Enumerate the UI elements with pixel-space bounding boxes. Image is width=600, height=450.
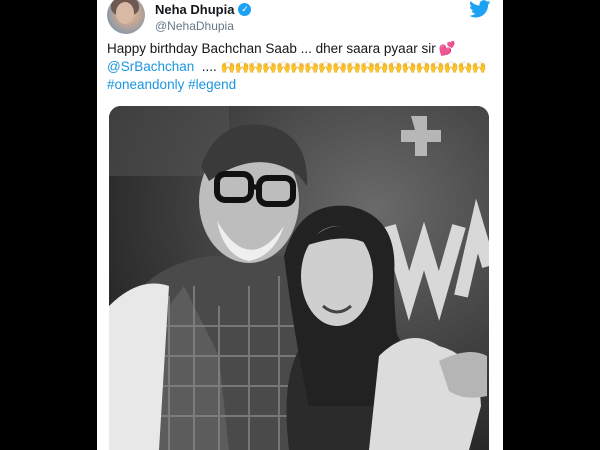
user-handle[interactable]: @NehaDhupia <box>155 19 234 33</box>
tweet-ellipsis: .... <box>201 59 217 74</box>
heart-emoji-icon: 💕 <box>438 41 456 56</box>
tweet-header: Neha Dhupia ✓ @NehaDhupia <box>107 0 493 36</box>
display-name[interactable]: Neha Dhupia <box>155 2 234 17</box>
mention-link[interactable]: @SrBachchan <box>107 59 194 74</box>
photo-illustration <box>109 106 489 450</box>
avatar-face <box>116 2 134 24</box>
verified-badge-icon: ✓ <box>238 3 252 16</box>
twitter-bird-icon[interactable] <box>469 0 491 18</box>
tweet-text: Happy birthday Bachchan Saab ... dher sa… <box>107 40 493 94</box>
raised-hands-emoji-icon: 🙌🙌🙌🙌🙌🙌🙌🙌🙌🙌🙌🙌🙌🙌🙌🙌🙌🙌🙌 <box>220 60 487 74</box>
avatar[interactable] <box>107 0 145 34</box>
tweet-line-2: @SrBachchan .... 🙌🙌🙌🙌🙌🙌🙌🙌🙌🙌🙌🙌🙌🙌🙌🙌🙌🙌🙌 <box>107 58 493 76</box>
name-row: Neha Dhupia ✓ <box>155 2 252 17</box>
hashtags-link[interactable]: #oneandonly #legend <box>107 76 493 94</box>
tweet-line-1-text: Happy birthday Bachchan Saab ... dher sa… <box>107 41 436 56</box>
tweet-photo[interactable] <box>109 106 489 450</box>
tweet-line-1: Happy birthday Bachchan Saab ... dher sa… <box>107 40 493 58</box>
tweet-card: Neha Dhupia ✓ @NehaDhupia Happy birthday… <box>97 0 503 450</box>
